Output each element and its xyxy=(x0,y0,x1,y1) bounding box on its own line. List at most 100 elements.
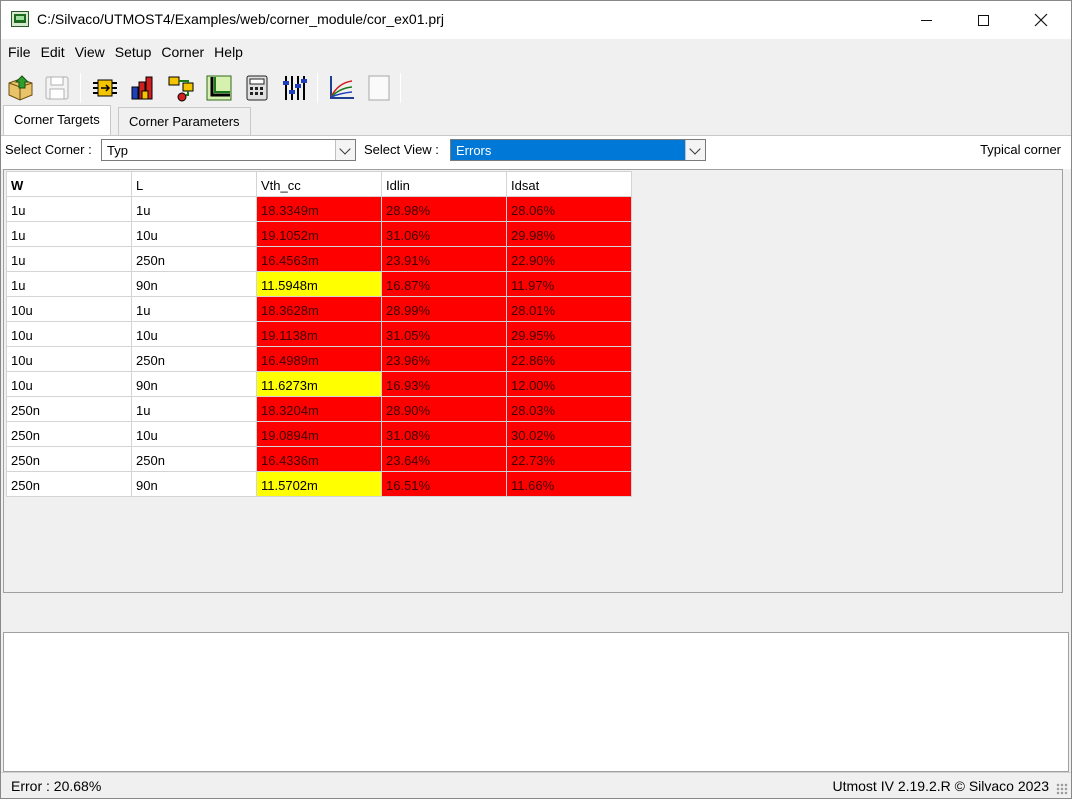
grid-cell-vth-cc[interactable]: 18.3204m xyxy=(256,396,382,422)
grid-cell-w[interactable]: 250n xyxy=(6,396,132,422)
error-status: Error : 20.68% xyxy=(11,778,102,794)
save-button[interactable] xyxy=(42,73,72,103)
grid-cell-vth-cc[interactable]: 19.0894m xyxy=(256,421,382,447)
grid-cell-idlin[interactable]: 16.51% xyxy=(381,471,507,497)
grid-cell-w[interactable]: 1u xyxy=(6,221,132,247)
column-header-idlin[interactable]: Idlin xyxy=(381,171,507,197)
grid-cell-vth-cc[interactable]: 11.5948m xyxy=(256,271,382,297)
table-row: 250n 250n 16.4336m 23.64% 22.73% xyxy=(6,446,632,472)
close-icon xyxy=(1034,13,1048,27)
grid-cell-w[interactable]: 250n xyxy=(6,471,132,497)
toolbar-separator xyxy=(400,73,401,103)
grid-cell-idlin[interactable]: 23.64% xyxy=(381,446,507,472)
grid-cell-vth-cc[interactable]: 18.3628m xyxy=(256,296,382,322)
maximize-button[interactable] xyxy=(954,1,1012,39)
grid-cell-l[interactable]: 1u xyxy=(131,196,257,222)
column-header-idsat[interactable]: Idsat xyxy=(506,171,632,197)
grid-cell-vth-cc[interactable]: 11.5702m xyxy=(256,471,382,497)
grid-cell-l[interactable]: 250n xyxy=(131,346,257,372)
grid-cell-idlin[interactable]: 16.87% xyxy=(381,271,507,297)
table-row: 1u 1u 18.3349m 28.98% 28.06% xyxy=(6,196,632,222)
grid-cell-idsat[interactable]: 22.90% xyxy=(506,246,632,272)
select-corner-dropdown[interactable]: Typ xyxy=(101,139,356,161)
grid-cell-idsat[interactable]: 11.66% xyxy=(506,471,632,497)
grid-cell-idsat[interactable]: 29.98% xyxy=(506,221,632,247)
grid-cell-w[interactable]: 10u xyxy=(6,296,132,322)
menu-edit[interactable]: Edit xyxy=(36,40,70,64)
grid-cell-vth-cc[interactable]: 11.6273m xyxy=(256,371,382,397)
close-button[interactable] xyxy=(1012,1,1070,39)
resize-grip-icon[interactable] xyxy=(1056,783,1068,795)
grid-cell-idsat[interactable]: 11.97% xyxy=(506,271,632,297)
grid-cell-idlin[interactable]: 23.96% xyxy=(381,346,507,372)
grid-cell-vth-cc[interactable]: 16.4563m xyxy=(256,246,382,272)
grid-cell-idsat[interactable]: 30.02% xyxy=(506,421,632,447)
grid-cell-w[interactable]: 250n xyxy=(6,421,132,447)
flow-button[interactable] xyxy=(166,73,196,103)
grid-cell-l[interactable]: 10u xyxy=(131,421,257,447)
sliders-icon xyxy=(283,76,307,100)
plot-button[interactable] xyxy=(326,73,356,103)
window-title: C:/Silvaco/UTMOST4/Examples/web/corner_m… xyxy=(37,11,444,27)
target-button[interactable] xyxy=(204,73,234,103)
output-log-panel[interactable] xyxy=(3,632,1069,772)
grid-cell-vth-cc[interactable]: 16.4989m xyxy=(256,346,382,372)
grid-cell-l[interactable]: 90n xyxy=(131,371,257,397)
grid-cell-idlin[interactable]: 16.93% xyxy=(381,371,507,397)
grid-cell-idlin[interactable]: 28.99% xyxy=(381,296,507,322)
sliders-button[interactable] xyxy=(280,73,310,103)
bar-chart-button[interactable] xyxy=(128,73,158,103)
open-project-button[interactable] xyxy=(6,73,36,103)
grid-cell-idsat[interactable]: 12.00% xyxy=(506,371,632,397)
chevron-down-icon[interactable] xyxy=(335,140,355,160)
grid-cell-l[interactable]: 10u xyxy=(131,221,257,247)
chevron-down-icon[interactable] xyxy=(685,140,705,160)
menu-corner[interactable]: Corner xyxy=(156,40,209,64)
grid-cell-idlin[interactable]: 28.90% xyxy=(381,396,507,422)
grid-header-row: W L Vth_cc Idlin Idsat xyxy=(6,171,632,197)
menu-view[interactable]: View xyxy=(70,40,110,64)
grid-cell-l[interactable]: 90n xyxy=(131,271,257,297)
extract-button[interactable] xyxy=(90,73,120,103)
grid-cell-idsat[interactable]: 22.86% xyxy=(506,346,632,372)
grid-cell-w[interactable]: 1u xyxy=(6,246,132,272)
grid-cell-w[interactable]: 10u xyxy=(6,346,132,372)
grid-cell-vth-cc[interactable]: 19.1052m xyxy=(256,221,382,247)
select-view-dropdown[interactable]: Errors xyxy=(450,139,706,161)
grid-cell-w[interactable]: 10u xyxy=(6,321,132,347)
menu-setup[interactable]: Setup xyxy=(110,40,157,64)
column-header-w[interactable]: W xyxy=(6,171,132,197)
minimize-button[interactable] xyxy=(897,1,955,39)
grid-cell-idlin[interactable]: 28.98% xyxy=(381,196,507,222)
grid-cell-vth-cc[interactable]: 19.1138m xyxy=(256,321,382,347)
grid-cell-l[interactable]: 1u xyxy=(131,296,257,322)
grid-cell-l[interactable]: 250n xyxy=(131,246,257,272)
column-header-vth-cc[interactable]: Vth_cc xyxy=(256,171,382,197)
grid-cell-vth-cc[interactable]: 16.4336m xyxy=(256,446,382,472)
menu-file[interactable]: File xyxy=(3,40,36,64)
grid-cell-idsat[interactable]: 28.06% xyxy=(506,196,632,222)
grid-cell-idlin[interactable]: 31.06% xyxy=(381,221,507,247)
grid-cell-idsat[interactable]: 28.01% xyxy=(506,296,632,322)
grid-cell-idsat[interactable]: 28.03% xyxy=(506,396,632,422)
tab-corner-targets[interactable]: Corner Targets xyxy=(3,105,111,135)
calculator-button[interactable] xyxy=(242,73,272,103)
grid-cell-vth-cc[interactable]: 18.3349m xyxy=(256,196,382,222)
grid-cell-w[interactable]: 250n xyxy=(6,446,132,472)
blank-page-button[interactable] xyxy=(364,73,394,103)
tab-corner-parameters[interactable]: Corner Parameters xyxy=(118,107,251,135)
grid-cell-l[interactable]: 90n xyxy=(131,471,257,497)
menu-help[interactable]: Help xyxy=(209,40,248,64)
grid-cell-w[interactable]: 1u xyxy=(6,196,132,222)
grid-cell-idlin[interactable]: 31.05% xyxy=(381,321,507,347)
column-header-l[interactable]: L xyxy=(131,171,257,197)
grid-cell-w[interactable]: 1u xyxy=(6,271,132,297)
grid-cell-l[interactable]: 1u xyxy=(131,396,257,422)
grid-cell-idsat[interactable]: 22.73% xyxy=(506,446,632,472)
grid-cell-l[interactable]: 250n xyxy=(131,446,257,472)
grid-cell-idsat[interactable]: 29.95% xyxy=(506,321,632,347)
grid-cell-idlin[interactable]: 23.91% xyxy=(381,246,507,272)
grid-cell-w[interactable]: 10u xyxy=(6,371,132,397)
grid-cell-idlin[interactable]: 31.08% xyxy=(381,421,507,447)
grid-cell-l[interactable]: 10u xyxy=(131,321,257,347)
